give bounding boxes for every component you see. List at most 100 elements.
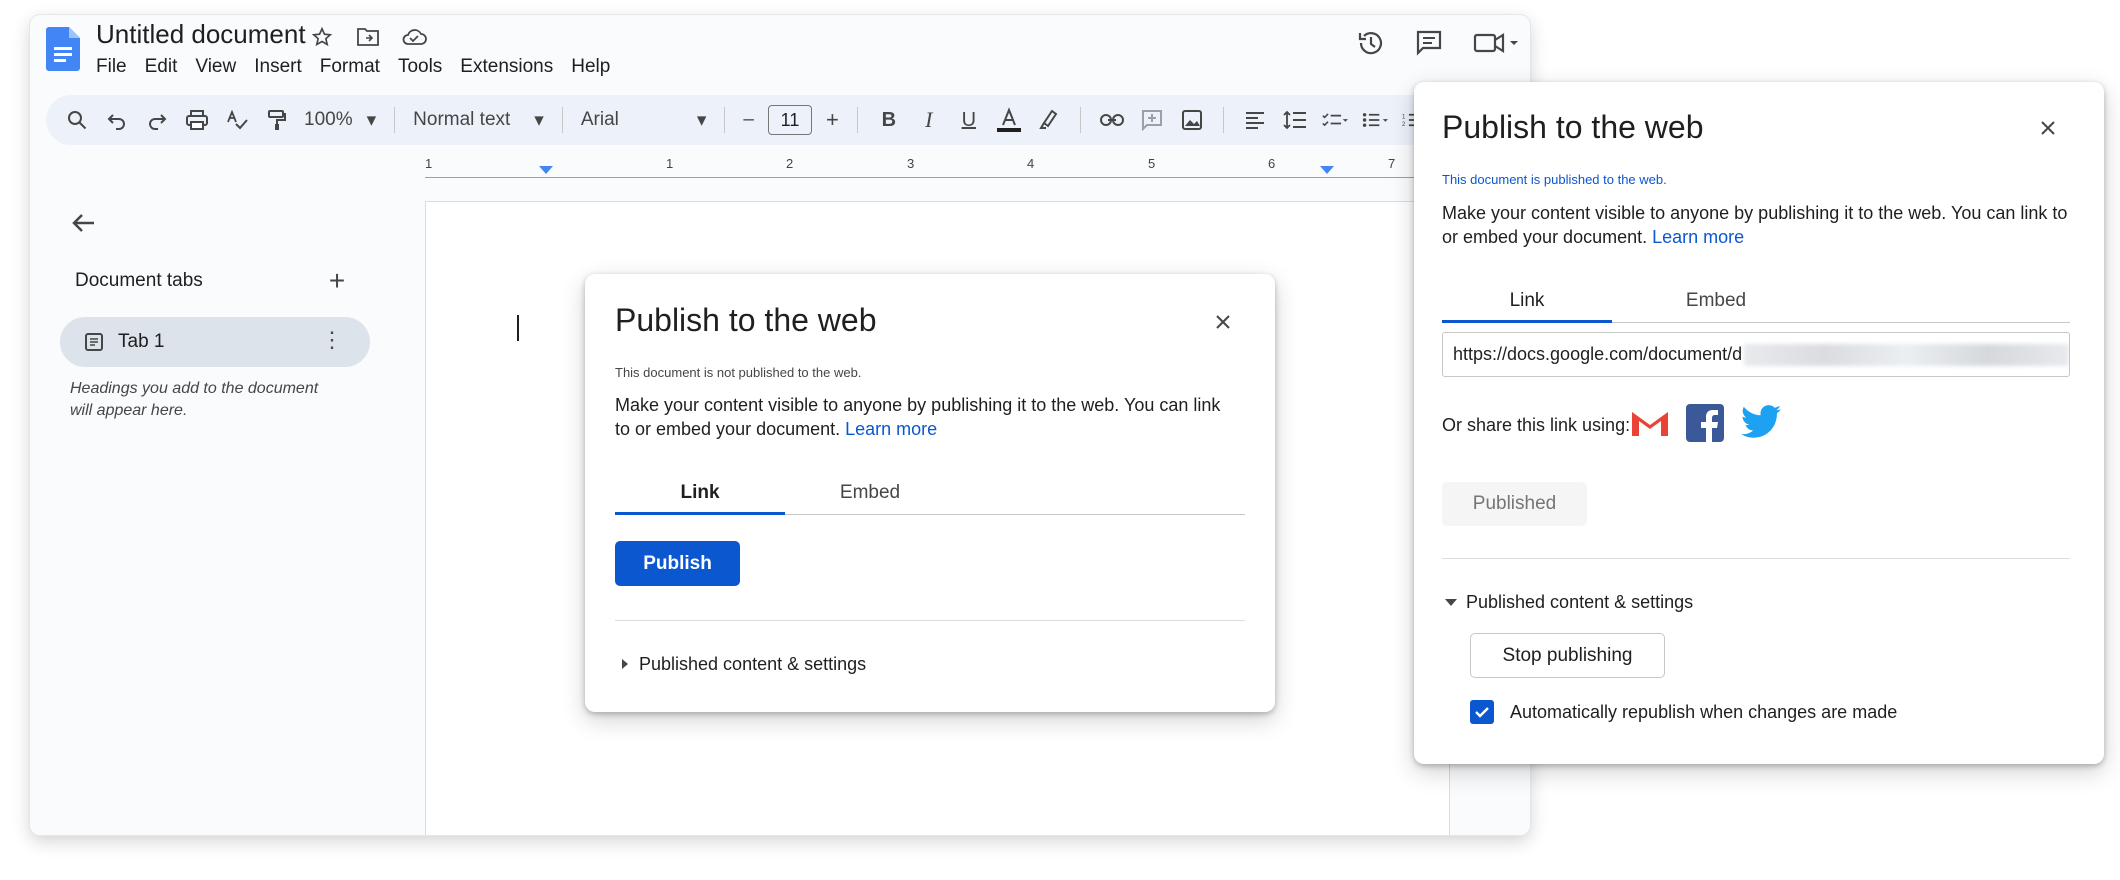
svg-text:2: 2 — [1402, 122, 1406, 128]
spellcheck-icon[interactable] — [224, 107, 250, 133]
comments-icon[interactable] — [1414, 25, 1444, 61]
bold-icon[interactable]: B — [876, 107, 902, 133]
checklist-icon[interactable] — [1322, 107, 1348, 133]
tab-label: Tab 1 — [118, 331, 165, 352]
publish-status-text: This document is published to the web. — [1442, 172, 1667, 187]
more-options-icon[interactable]: ⋮ — [320, 327, 344, 357]
zoom-select[interactable]: 100% ▾ — [304, 109, 376, 132]
highlight-icon[interactable] — [1036, 107, 1062, 133]
horizontal-ruler[interactable]: 1 1 2 3 4 5 6 7 — [425, 156, 1455, 180]
insert-link-icon[interactable] — [1099, 107, 1125, 133]
dialog-description: Make your content visible to anyone by p… — [615, 393, 1235, 441]
settings-label: Published content & settings — [639, 654, 867, 674]
document-title[interactable]: Untitled document — [96, 19, 306, 50]
undo-icon[interactable] — [104, 107, 130, 133]
published-settings-toggle[interactable]: Published content & settings — [619, 654, 866, 675]
meet-icon[interactable] — [1472, 25, 1520, 61]
published-url-field[interactable]: https://docs.google.com/document/d — [1442, 332, 2070, 377]
back-arrow-icon[interactable] — [66, 205, 102, 241]
ruler-number: 4 — [1027, 156, 1035, 171]
italic-icon[interactable]: I — [916, 107, 942, 133]
publish-button[interactable]: Publish — [615, 541, 740, 586]
ruler-number: 3 — [907, 156, 915, 171]
align-icon[interactable] — [1242, 107, 1268, 133]
ruler-number: 7 — [1388, 156, 1396, 171]
document-outline-panel: Document tabs + Tab 1 ⋮ Headings you add… — [30, 181, 395, 835]
stop-publishing-button[interactable]: Stop publishing — [1470, 633, 1665, 678]
checkmark-icon — [1475, 707, 1489, 718]
font-select[interactable]: Arial ▾ — [581, 109, 707, 132]
menu-format[interactable]: Format — [311, 53, 389, 81]
auto-republish-checkbox[interactable] — [1470, 700, 1494, 724]
auto-republish-option: Automatically republish when changes are… — [1470, 700, 1897, 724]
menu-help[interactable]: Help — [562, 53, 619, 81]
formatting-toolbar: 100% ▾ Normal text ▾ Arial ▾ – 11 + B I U 1… — [46, 95, 1526, 145]
gmail-icon[interactable] — [1630, 406, 1670, 440]
dialog-title: Publish to the web — [1442, 109, 1704, 145]
line-spacing-icon[interactable] — [1282, 107, 1308, 133]
tab-link[interactable]: Link — [615, 482, 785, 515]
chevron-down-icon: ▾ — [696, 109, 707, 131]
learn-more-link[interactable]: Learn more — [845, 419, 937, 439]
ruler-number: 1 — [666, 156, 674, 171]
publish-dialog-unpublished: Publish to the web This document is not … — [585, 274, 1275, 712]
version-history-icon[interactable] — [1356, 25, 1386, 61]
menu-extensions[interactable]: Extensions — [451, 53, 562, 81]
print-icon[interactable] — [184, 107, 210, 133]
tab-embed[interactable]: Embed — [1612, 290, 1820, 322]
search-menus-icon[interactable] — [64, 107, 90, 133]
toolbar-divider — [1222, 107, 1224, 133]
bulleted-list-icon[interactable] — [1362, 107, 1388, 133]
expand-right-icon — [619, 654, 631, 675]
tab-embed[interactable]: Embed — [785, 482, 955, 514]
redo-icon[interactable] — [144, 107, 170, 133]
underline-icon[interactable]: U — [956, 107, 982, 133]
close-icon[interactable] — [2033, 113, 2063, 143]
document-icon — [85, 333, 103, 351]
auto-republish-label: Automatically republish when changes are… — [1510, 701, 1898, 722]
text-color-icon[interactable] — [996, 107, 1022, 133]
close-icon[interactable] — [1208, 307, 1238, 337]
insert-image-icon[interactable] — [1179, 107, 1205, 133]
toolbar-divider — [394, 107, 396, 133]
move-folder-icon[interactable] — [354, 23, 382, 51]
description-text: Make your content visible to anyone by p… — [1442, 203, 2068, 247]
decrease-font-size-button[interactable]: – — [743, 109, 754, 131]
facebook-icon[interactable] — [1686, 404, 1724, 442]
learn-more-link[interactable]: Learn more — [1652, 227, 1744, 247]
paint-format-icon[interactable] — [264, 107, 290, 133]
publish-tabs: Link Embed — [1442, 290, 2070, 323]
settings-label: Published content & settings — [1466, 592, 1694, 612]
toolbar-divider — [561, 107, 563, 133]
ruler-number: 5 — [1148, 156, 1156, 171]
share-label: Or share this link using: — [1442, 415, 1631, 435]
toolbar-divider — [724, 107, 726, 133]
docs-logo-icon[interactable] — [46, 27, 80, 71]
tab-link[interactable]: Link — [1442, 290, 1612, 323]
twitter-icon[interactable] — [1740, 405, 1782, 441]
menu-file[interactable]: File — [96, 53, 136, 81]
star-icon[interactable] — [308, 23, 336, 51]
menu-insert[interactable]: Insert — [245, 53, 311, 81]
add-tab-icon[interactable]: + — [322, 267, 352, 297]
right-indent-marker[interactable] — [1320, 166, 1334, 178]
publish-dialog-published: Publish to the web This document is publ… — [1414, 82, 2104, 764]
published-settings-toggle[interactable]: Published content & settings — [1444, 592, 1693, 613]
dialog-divider — [615, 620, 1245, 621]
menu-tools[interactable]: Tools — [389, 53, 451, 81]
chevron-down-icon: ▾ — [534, 109, 544, 131]
menu-edit[interactable]: Edit — [136, 53, 187, 81]
cloud-saved-icon[interactable] — [400, 23, 428, 51]
add-comment-icon[interactable] — [1139, 107, 1165, 133]
url-text: https://docs.google.com/document/d — [1453, 344, 1743, 364]
ruler-number: 1 — [425, 156, 433, 171]
published-button: Published — [1442, 482, 1587, 526]
redacted-url-segment — [1744, 343, 2069, 366]
menu-view[interactable]: View — [186, 53, 245, 81]
ruler-ticks — [425, 172, 1455, 178]
dialog-title: Publish to the web — [615, 302, 877, 338]
increase-font-size-button[interactable]: + — [826, 107, 839, 133]
font-size-input[interactable]: 11 — [767, 105, 812, 135]
style-select[interactable]: Normal text ▾ — [413, 109, 544, 132]
left-indent-marker[interactable] — [539, 166, 553, 178]
